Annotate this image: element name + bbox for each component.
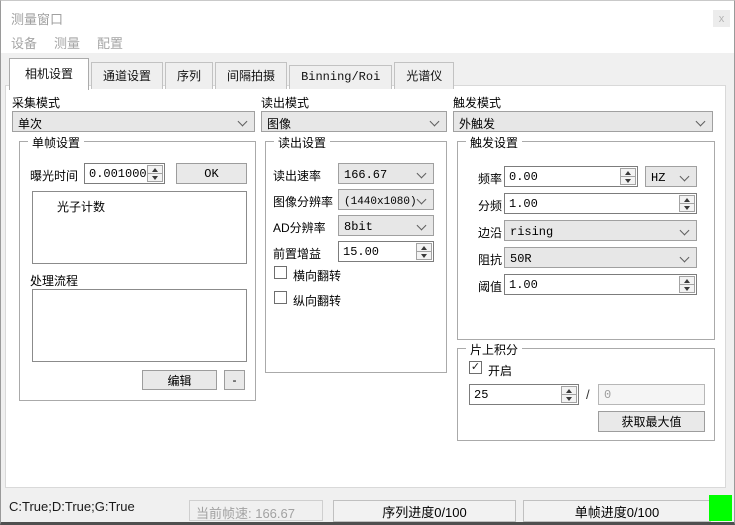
on-chip-integration-group-title: 片上积分 (466, 341, 522, 358)
trigger-settings-group-title: 触发设置 (466, 134, 522, 151)
impedance-select[interactable]: 50R (504, 247, 697, 268)
readout-rate-label: 读出速率 (273, 167, 321, 184)
spin-up-icon[interactable] (621, 169, 635, 177)
edge-label: 边沿 (478, 224, 502, 241)
spin-down-icon[interactable] (680, 285, 694, 292)
menu-device[interactable]: 设备 (11, 33, 37, 52)
integration-max-field: 0 (598, 384, 705, 405)
flip-vertical-label[interactable]: 纵向翻转 (293, 292, 341, 309)
spin-up-icon[interactable] (148, 166, 162, 174)
chevron-down-icon (680, 253, 690, 263)
spin-up-icon[interactable] (562, 387, 576, 395)
remove-button[interactable]: - (224, 370, 245, 390)
acquisition-mode-select[interactable]: 单次 (12, 111, 255, 132)
frequency-label: 频率 (478, 170, 502, 187)
readout-settings-group-title: 读出设置 (274, 134, 330, 151)
measurement-window: 测量窗口 x 设备 测量 配置 相机设置 通道设置 序列 间隔拍摄 Binnin… (0, 0, 735, 525)
tab-binning-roi[interactable]: Binning/Roi (289, 65, 392, 89)
ad-resolution-label: AD分辨率 (273, 219, 326, 236)
process-flow-list[interactable] (32, 289, 247, 362)
trigger-mode-select[interactable]: 外触发 (453, 111, 713, 132)
chevron-down-icon (696, 117, 706, 127)
frequency-unit-select[interactable]: HZ (645, 166, 697, 187)
flip-vertical-checkbox[interactable] (274, 291, 287, 304)
menu-bar: 设备 测量 配置 (11, 33, 123, 52)
chevron-down-icon (680, 226, 690, 236)
list-item-photon-count[interactable]: 光子计数 (33, 192, 246, 215)
spin-down-icon[interactable] (562, 395, 576, 402)
chevron-down-icon (238, 117, 248, 127)
ok-button[interactable]: OK (176, 163, 247, 184)
divider-stepper[interactable]: 1.00 (504, 193, 697, 214)
image-resolution-label: 图像分辨率 (273, 193, 333, 210)
tab-sequence[interactable]: 序列 (165, 62, 213, 89)
ad-resolution-select[interactable]: 8bit (338, 215, 434, 236)
trigger-settings-group: 触发设置 频率 0.00 HZ 分频 1.00 (457, 141, 715, 340)
impedance-label: 阻抗 (478, 251, 502, 268)
menu-config[interactable]: 配置 (97, 33, 123, 52)
spin-up-icon[interactable] (680, 277, 694, 285)
get-max-button[interactable]: 获取最大值 (598, 411, 705, 432)
sequence-progressbar: 序列进度0/100 (333, 500, 516, 522)
window-title: 测量窗口 (11, 9, 63, 28)
image-resolution-select[interactable]: (1440x1080) (338, 189, 434, 210)
chevron-down-icon (417, 221, 427, 231)
pre-gain-stepper[interactable]: 15.00 (338, 241, 434, 262)
process-flow-label: 处理流程 (30, 272, 78, 289)
chevron-down-icon (680, 172, 690, 182)
readout-rate-select[interactable]: 166.67 (338, 163, 434, 184)
readout-mode-label: 读出模式 (261, 94, 309, 111)
tab-channel-settings[interactable]: 通道设置 (91, 62, 163, 89)
chevron-down-icon (417, 195, 427, 205)
spin-up-icon[interactable] (417, 244, 431, 252)
camera-settings-panel: 采集模式 单次 单帧设置 曝光时间 0.001000 OK 光子计数 (5, 85, 726, 488)
spin-up-icon[interactable] (680, 196, 694, 204)
edit-button[interactable]: 编辑 (142, 370, 217, 390)
threshold-stepper[interactable]: 1.00 (504, 274, 697, 295)
flip-horizontal-checkbox[interactable] (274, 266, 287, 279)
tab-spectrometer[interactable]: 光谱仪 (394, 62, 454, 89)
close-icon[interactable]: x (713, 10, 730, 27)
current-framerate-box: 当前帧速: 166.67 (189, 500, 323, 521)
spin-down-icon[interactable] (680, 204, 694, 211)
edge-select[interactable]: rising (504, 220, 697, 241)
readout-settings-group: 读出设置 读出速率 166.67 图像分辨率 (1440x1080) AD分辨率… (265, 141, 447, 373)
spin-down-icon[interactable] (621, 177, 635, 184)
readout-mode-select[interactable]: 图像 (261, 111, 447, 132)
status-indicator (709, 495, 732, 521)
status-bar: C:True;D:True;G:True 当前帧速: 166.67 序列进度0/… (1, 488, 734, 522)
single-frame-group: 单帧设置 曝光时间 0.001000 OK 光子计数 处理流程 编辑 - (19, 141, 256, 401)
tab-camera-settings[interactable]: 相机设置 (9, 58, 89, 90)
title-bar: 测量窗口 x (1, 1, 734, 31)
device-flags-text: C:True;D:True;G:True (9, 499, 135, 514)
single-frame-group-title: 单帧设置 (28, 134, 84, 151)
spin-down-icon[interactable] (417, 252, 431, 259)
ratio-separator: / (586, 387, 590, 402)
tab-bar: 相机设置 通道设置 序列 间隔拍摄 Binning/Roi 光谱仪 (9, 58, 456, 89)
divider-label: 分频 (478, 197, 502, 214)
mode-list[interactable]: 光子计数 (32, 191, 247, 264)
acquisition-mode-label: 采集模式 (12, 94, 60, 111)
integration-count-stepper[interactable]: 25 (469, 384, 579, 405)
window-body: 相机设置 通道设置 序列 间隔拍摄 Binning/Roi 光谱仪 采集模式 单… (1, 53, 734, 522)
exposure-time-stepper[interactable]: 0.001000 (84, 163, 165, 184)
pre-gain-label: 前置增益 (273, 245, 321, 262)
on-chip-integration-group: 片上积分 ✓ 开启 25 / 0 获取最大值 (457, 348, 715, 441)
frame-progressbar: 单帧进度0/100 (523, 500, 711, 522)
check-icon: ✓ (471, 362, 480, 373)
menu-measure[interactable]: 测量 (54, 33, 80, 52)
chevron-down-icon (417, 169, 427, 179)
integration-enable-checkbox[interactable]: ✓ (469, 361, 482, 374)
integration-enable-label[interactable]: 开启 (488, 362, 512, 379)
frequency-stepper[interactable]: 0.00 (504, 166, 638, 187)
spin-down-icon[interactable] (148, 174, 162, 181)
threshold-label: 阈值 (478, 278, 502, 295)
trigger-mode-label: 触发模式 (453, 94, 501, 111)
flip-horizontal-label[interactable]: 横向翻转 (293, 267, 341, 284)
exposure-time-label: 曝光时间 (30, 167, 78, 184)
tab-interval-shooting[interactable]: 间隔拍摄 (215, 62, 287, 89)
chevron-down-icon (430, 117, 440, 127)
